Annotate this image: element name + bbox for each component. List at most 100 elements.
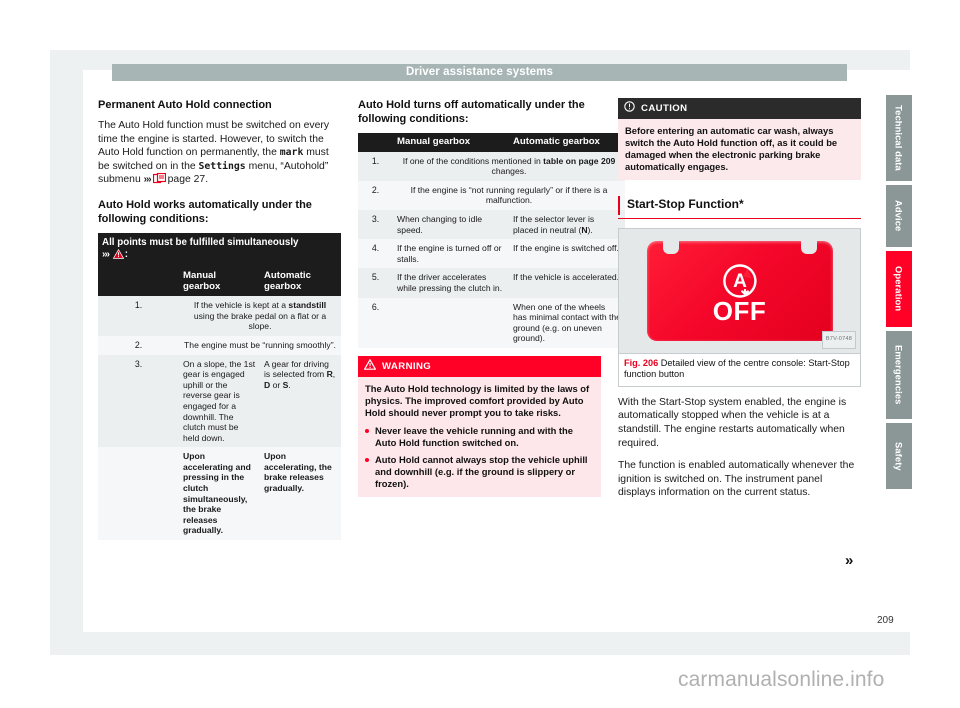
off-label: OFF <box>712 295 767 326</box>
table-row: 6. When one of the wheels has minimal co… <box>358 297 625 348</box>
caution-box-body: Before entering an automatic car wash, a… <box>618 119 861 180</box>
section-rule <box>618 217 861 219</box>
warning-bullet-text: Auto Hold cannot always stop the vehicle… <box>375 454 588 489</box>
table-row: 5. If the driver accelerates while press… <box>358 268 625 298</box>
row-text-bold: standstill <box>288 300 327 311</box>
table-header-row: Manual gearbox Automatic gearbox <box>98 266 341 297</box>
table-row: 2. The engine must be “running smoothly”… <box>98 335 341 355</box>
row-text-c: using the brake pedal on a flat or a slo… <box>193 310 327 332</box>
middle-column: Auto Hold turns off automatically under … <box>358 98 625 497</box>
table-row: 3. On a slope, the 1st gear is engaged u… <box>98 354 341 448</box>
sep1: , <box>332 369 336 380</box>
chevron-right-icon: ››› <box>102 248 110 260</box>
figure-number: Fig. 206 <box>624 357 659 368</box>
thumb-tab-technical-data[interactable]: Technical data <box>886 95 912 181</box>
row-text-c: changes. <box>491 166 527 177</box>
left-column: Permanent Auto Hold connection The Auto … <box>98 98 341 542</box>
col-head-manual: Manual gearbox <box>179 266 260 297</box>
table-header-row: Manual gearbox Automatic gearbox <box>358 133 625 152</box>
thumb-tab-label: Technical data <box>893 105 905 171</box>
cross-reference-page: page 27. <box>167 174 209 186</box>
thumb-tab-advice[interactable]: Advice <box>886 185 912 247</box>
warning-bullet-text: Never leave the vehicle running and with… <box>375 424 573 448</box>
row-number: 6. <box>371 301 380 312</box>
warning-bullet: Auto Hold cannot always stop the vehicle… <box>365 454 594 489</box>
running-header: Driver assistance systems <box>112 64 847 81</box>
table-row: 3. When changing to idle speed. If the s… <box>358 209 625 240</box>
book-icon <box>152 173 166 189</box>
row-manual <box>393 298 509 348</box>
sep2: or <box>270 379 283 390</box>
left-heading: Permanent Auto Hold connection <box>98 99 272 111</box>
row-automatic: If the vehicle is accelerated. <box>513 272 620 283</box>
thumb-tab-label: Advice <box>893 200 905 232</box>
exclamation-circle-icon <box>624 101 635 116</box>
table-row: 2. If the engine is “not running regular… <box>358 180 625 210</box>
left-heading-2: Auto Hold works automatically under the … <box>98 198 312 225</box>
start-stop-button[interactable]: A OFF <box>646 240 833 341</box>
right-column: CAUTION Before entering an automatic car… <box>618 98 861 509</box>
caution-label: CAUTION <box>641 103 688 114</box>
warning-bullet: Never leave the vehicle running and with… <box>365 425 594 449</box>
table-title-text: All points must be fulfilled simultaneou… <box>102 236 299 248</box>
row-automatic: If the engine is switched off. <box>513 243 619 254</box>
bullet-dot-icon <box>365 428 369 433</box>
warning-box-header: WARNING <box>358 355 601 378</box>
row-auto-a: A gear for driving is selected from <box>264 358 329 380</box>
row-number: 1. <box>371 155 380 166</box>
table-title-colon: : <box>124 248 128 260</box>
left-para-mark: mark <box>279 147 304 159</box>
row-manual: If the engine is turned off or stalls. <box>397 243 502 264</box>
row-number: 1. <box>134 300 143 311</box>
svg-text:A: A <box>733 271 747 292</box>
row-auto-end: ). <box>587 224 593 235</box>
table-row: 1. If one of the conditions mentioned in… <box>358 151 625 181</box>
right-paragraph-2: The function is enabled automatically wh… <box>618 460 855 499</box>
row-manual: Upon accelerating and pressing in the cl… <box>183 451 251 536</box>
row-text-bold: table on page 209 <box>543 155 616 166</box>
col-head-num <box>358 133 393 152</box>
table-row: 4. If the engine is turned off or stalls… <box>358 239 625 269</box>
figure-image-code: B7V-0748 <box>821 331 856 349</box>
table-title-row: All points must be fulfilled simultaneou… <box>98 232 341 267</box>
caution-box: CAUTION Before entering an automatic car… <box>618 98 861 180</box>
cross-reference[interactable]: ››› page 27. <box>144 173 209 186</box>
row-automatic: Upon accelerating, the brake releases gr… <box>264 451 332 494</box>
table-row: 1. If the vehicle is kept at a standstil… <box>98 296 341 336</box>
caution-text: Before entering an automatic car wash, a… <box>625 125 838 172</box>
thumb-tab-emergencies[interactable]: Emergencies <box>886 331 912 419</box>
warning-box-body: The Auto Hold technology is limited by t… <box>358 377 601 497</box>
row-number: 2. <box>371 184 380 195</box>
thumb-tab-label: Operation <box>893 266 905 312</box>
thumb-tabs: Technical data Advice Operation Emergenc… <box>886 95 912 493</box>
row-automatic: A gear for driving is selected from R, D… <box>260 355 341 448</box>
col-head-num <box>98 266 179 297</box>
row-number: 3. <box>134 358 143 369</box>
thumb-tab-label: Safety <box>893 441 905 471</box>
figure-image: A OFF B7V-0748 <box>619 228 860 353</box>
warning-box: WARNING The Auto Hold technology is limi… <box>358 355 601 497</box>
row-text: If the engine is “not running regularly”… <box>410 184 608 206</box>
row-manual: On a slope, the 1st gear is engaged uphi… <box>183 358 256 443</box>
row-text: If the vehicle is kept at a standstill u… <box>179 296 341 336</box>
continuation-arrow: » <box>845 552 853 569</box>
figure: A OFF B7V-0748 Fig. 206 Detailed view of… <box>618 227 861 387</box>
row-manual: If the driver accelerates while pressing… <box>397 272 503 293</box>
row-automatic: If the selector lever is placed in neutr… <box>509 210 625 239</box>
figure-caption-text: Detailed view of the centre console: Sta… <box>624 357 850 380</box>
figure-caption: Fig. 206 Detailed view of the centre con… <box>619 352 860 386</box>
row-number <box>98 447 179 540</box>
thumb-tab-operation[interactable]: Operation <box>886 251 912 327</box>
thumb-tab-label: Emergencies <box>893 345 905 405</box>
thumb-tab-safety[interactable]: Safety <box>886 423 912 489</box>
table-title-cell: All points must be fulfilled simultaneou… <box>98 232 341 267</box>
middle-heading: Auto Hold turns off automatically under … <box>358 99 585 125</box>
warning-triangle-icon <box>112 248 124 263</box>
left-para-settings: Settings <box>198 160 246 172</box>
right-paragraph-1: With the Start-Stop system enabled, the … <box>618 396 847 449</box>
section-heading: Start-Stop Function* <box>618 195 861 215</box>
col-head-manual: Manual gearbox <box>393 133 509 152</box>
row-number: 3. <box>371 213 380 224</box>
manual-page: Driver assistance systems Permanent Auto… <box>0 0 960 708</box>
warning-label: WARNING <box>382 360 432 372</box>
